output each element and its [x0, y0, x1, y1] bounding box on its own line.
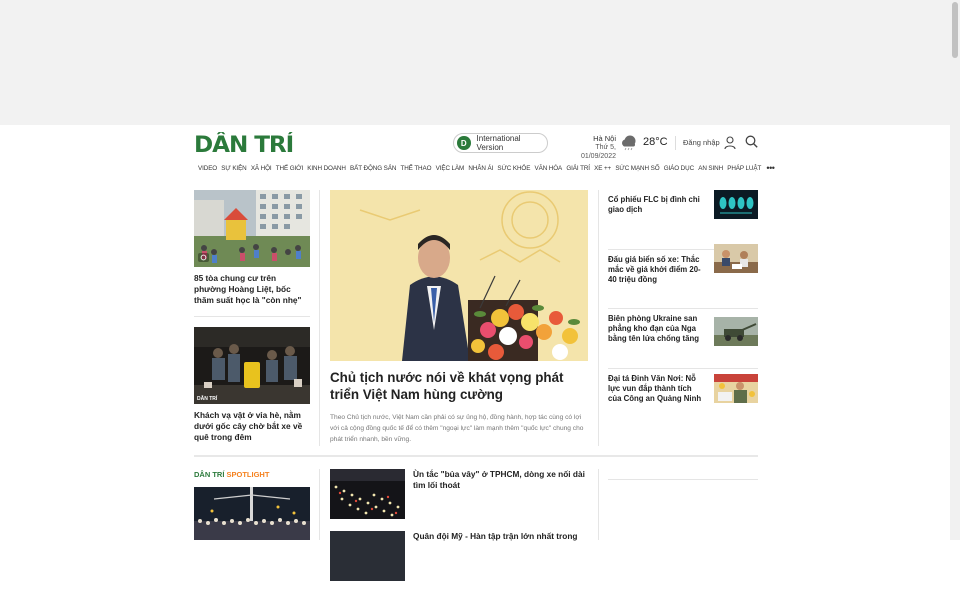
- site-header: DÂN TRÍ D International Version Hà Nội T…: [194, 130, 758, 162]
- story-thumbnail[interactable]: DÂN TRÍ: [194, 327, 310, 404]
- section-divider: [194, 455, 758, 457]
- story-thumbnail[interactable]: [330, 469, 405, 519]
- right-ad-divider: [608, 479, 758, 480]
- story-card[interactable]: DÂN TRÍ Khách vạ vật ở vỉa hè, nằm dưới …: [194, 327, 310, 443]
- right-column: Cổ phiếu FLC bị đình chỉ giao dịch Đấu g…: [608, 190, 758, 428]
- traffic-jam-image: [330, 469, 405, 519]
- header-divider: [675, 136, 676, 150]
- login-link[interactable]: Đăng nhập: [683, 138, 720, 147]
- dantri-d-icon: D: [457, 136, 471, 150]
- nav-item-suc-khoe[interactable]: SỨC KHỎE: [497, 165, 530, 172]
- more-menu-icon[interactable]: •••: [766, 163, 774, 173]
- story-thumbnail[interactable]: [194, 190, 310, 267]
- nav-item-kinh-doanh[interactable]: KINH DOANH: [307, 165, 346, 172]
- nav-item-bat-dong-san[interactable]: BẤT ĐỘNG SẢN: [350, 165, 396, 172]
- flc-logo-image: [714, 190, 758, 219]
- spotlight-label-word: SPOTLIGHT: [226, 470, 270, 479]
- police-officer-image: [714, 373, 758, 403]
- story-title[interactable]: Cổ phiếu FLC bị đình chỉ giao dịch: [608, 195, 702, 215]
- story-card[interactable]: Quân đội Mỹ - Hàn tập trận lớn nhất tron…: [330, 531, 588, 593]
- story-card[interactable]: Cổ phiếu FLC bị đình chỉ giao dịch: [608, 190, 758, 250]
- advertisement-banner: [0, 0, 950, 125]
- nav-item-giao-duc[interactable]: GIÁO DỤC: [664, 165, 694, 172]
- watermark-logo: DÂN TRÍ: [197, 394, 218, 402]
- story-card[interactable]: Biên phòng Ukraine san phẳng kho đạn của…: [608, 309, 758, 369]
- story-title[interactable]: Biên phòng Ukraine san phẳng kho đạn của…: [608, 314, 702, 344]
- nav-item-giai-tri[interactable]: GIẢI TRÍ: [566, 165, 590, 172]
- story-thumbnail[interactable]: [714, 373, 758, 403]
- nav-item-xe[interactable]: XE ++: [594, 165, 611, 172]
- current-date: Thứ 5, 01/09/2022: [580, 144, 616, 160]
- spotlight-section-label[interactable]: DÂN TRÍ SPOTLIGHT: [194, 470, 269, 479]
- night-street-image: DÂN TRÍ: [194, 327, 310, 404]
- column-divider: [319, 469, 320, 540]
- weather-city: Hà Nội: [593, 134, 616, 143]
- president-speech-image: [330, 190, 588, 361]
- main-story-summary: Theo Chủ tịch nước, Việt Nam cần phải có…: [330, 414, 584, 443]
- search-icon[interactable]: [745, 135, 758, 148]
- nav-item-the-gioi[interactable]: THẾ GIỚI: [276, 165, 303, 172]
- nav-item-suc-manh-so[interactable]: SỨC MẠNH SỐ: [615, 165, 659, 172]
- nav-item-video[interactable]: VIDEO: [198, 165, 217, 172]
- apartment-scene-image: [194, 190, 310, 267]
- main-story-title[interactable]: Chủ tịch nước nói về khát vọng phát triể…: [330, 369, 588, 403]
- nav-item-phap-luat[interactable]: PHÁP LUẬT: [727, 165, 761, 172]
- international-version-button[interactable]: D International Version: [453, 133, 548, 153]
- scrollbar[interactable]: [950, 0, 960, 540]
- divider: [194, 316, 310, 317]
- nav-item-su-kien[interactable]: SỰ KIỆN: [221, 165, 246, 172]
- scrollbar-thumb[interactable]: [952, 2, 958, 58]
- crowd-night-image: [194, 487, 310, 540]
- story-title[interactable]: Đại tá Đinh Văn Nơi: Nỗ lực vun đắp thàn…: [608, 374, 702, 404]
- story-card[interactable]: 85 tòa chung cư trên phường Hoàng Liệt, …: [194, 190, 310, 306]
- nav-item-xa-hoi[interactable]: XÃ HỘI: [251, 165, 272, 172]
- secondary-story-list: Ùn tắc "bủa vây" ở TPHCM, dòng xe nối dà…: [330, 469, 588, 593]
- temperature: 28°C: [643, 136, 668, 148]
- user-icon[interactable]: [724, 136, 736, 150]
- spotlight-label-brand: DÂN TRÍ: [194, 470, 225, 479]
- cloud-weather-icon: [622, 135, 636, 151]
- main-navigation: VIDEO SỰ KIỆN XÃ HỘI THẾ GIỚI KINH DOANH…: [194, 162, 775, 174]
- main-story-image[interactable]: [330, 190, 588, 361]
- nav-item-an-sinh[interactable]: AN SINH: [698, 165, 723, 172]
- weather-info: Hà Nội Thứ 5, 01/09/2022: [562, 134, 616, 161]
- story-thumbnail[interactable]: [714, 243, 758, 273]
- story-thumbnail[interactable]: [714, 190, 758, 219]
- story-title[interactable]: 85 tòa chung cư trên phường Hoàng Liệt, …: [194, 273, 310, 306]
- story-card[interactable]: Đấu giá biển số xe: Thắc mắc về giá khởi…: [608, 243, 758, 309]
- artillery-image: [714, 317, 758, 346]
- column-divider: [319, 190, 320, 446]
- site-logo[interactable]: DÂN TRÍ: [194, 133, 294, 158]
- nav-item-viec-lam[interactable]: VIỆC LÀM: [436, 165, 465, 172]
- main-story: Chủ tịch nước nói về khát vọng phát triể…: [330, 190, 588, 445]
- story-title[interactable]: Ùn tắc "bủa vây" ở TPHCM, dòng xe nối dà…: [413, 469, 588, 491]
- license-plate-auction-image: [714, 243, 758, 273]
- story-title[interactable]: Đấu giá biển số xe: Thắc mắc về giá khởi…: [608, 255, 702, 285]
- nav-item-the-thao[interactable]: THỂ THAO: [400, 165, 431, 172]
- column-divider: [598, 190, 599, 446]
- left-column: 85 tòa chung cư trên phường Hoàng Liệt, …: [194, 190, 310, 443]
- story-card[interactable]: Đại tá Đinh Văn Nơi: Nỗ lực vun đắp thàn…: [608, 369, 758, 429]
- column-divider: [598, 469, 599, 540]
- spotlight-image[interactable]: [194, 487, 310, 540]
- story-card[interactable]: Ùn tắc "bủa vây" ở TPHCM, dòng xe nối dà…: [330, 469, 588, 531]
- story-thumbnail[interactable]: [714, 317, 758, 346]
- nav-item-van-hoa[interactable]: VĂN HÓA: [535, 165, 563, 172]
- nav-item-nhan-ai[interactable]: NHÂN ÁI: [468, 165, 493, 172]
- international-version-label: International Version: [476, 134, 521, 152]
- story-title[interactable]: Quân đội Mỹ - Hàn tập trận lớn nhất tron…: [413, 531, 588, 542]
- story-title[interactable]: Khách vạ vật ở vỉa hè, nằm dưới gốc cây …: [194, 410, 310, 443]
- story-thumbnail[interactable]: [330, 531, 405, 581]
